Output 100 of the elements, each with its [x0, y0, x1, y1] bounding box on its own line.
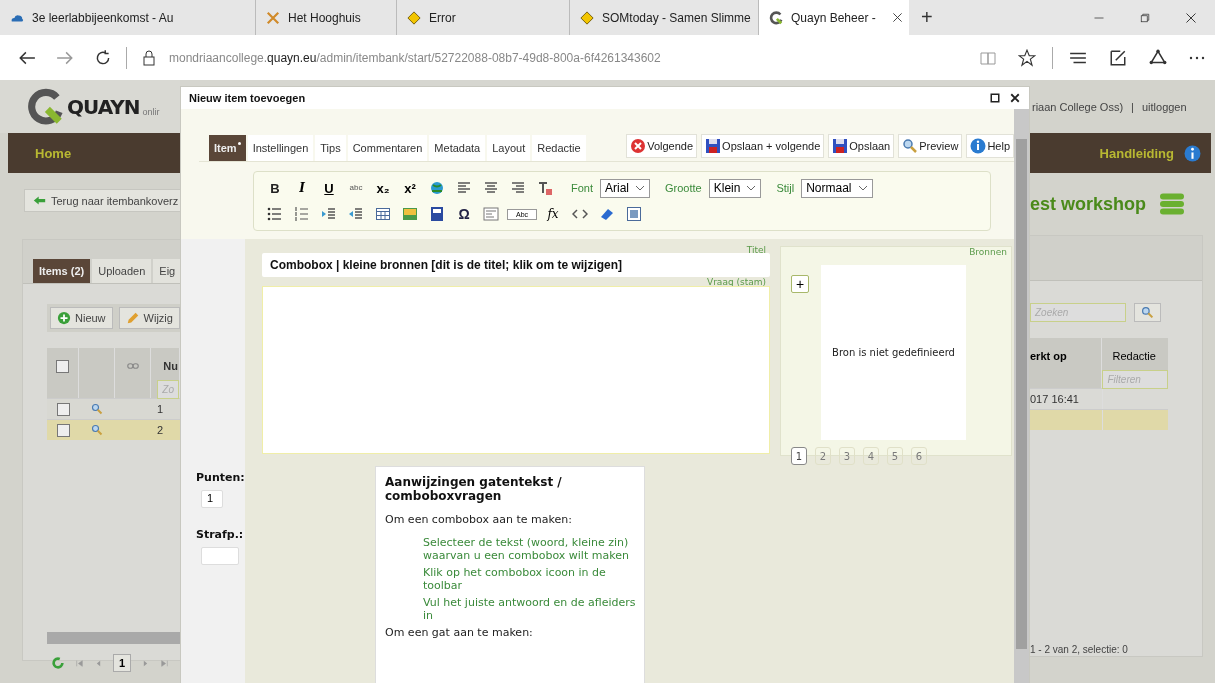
superscript-button[interactable]: x² [399, 181, 421, 195]
magnifier-icon[interactable] [91, 403, 103, 415]
dropdown[interactable]: Klein [708, 178, 762, 198]
row-checkbox[interactable] [56, 402, 70, 416]
logo-text: QUAYN [67, 94, 140, 119]
dropdown[interactable]: Normaal [801, 178, 873, 198]
last-page-icon[interactable] [160, 658, 170, 668]
caret-icon [857, 185, 868, 191]
close-icon[interactable] [1009, 92, 1021, 104]
strikethrough-button[interactable]: abc [345, 184, 367, 192]
table-icon[interactable] [375, 206, 391, 222]
new-tab-button[interactable]: + [909, 6, 945, 29]
back-button[interactable]: Terug naar itembankoverz [24, 189, 180, 212]
source-page-button[interactable]: 3 [839, 447, 855, 465]
note-icon[interactable] [1109, 48, 1127, 67]
dialog-tab[interactable]: Metadata [429, 135, 486, 161]
sources-label: Bronnen [969, 247, 1007, 257]
numbered-list-icon[interactable] [294, 206, 310, 222]
score-label: Punten: [196, 471, 245, 484]
page-tab[interactable]: Eig [153, 259, 180, 283]
source-page-button[interactable]: 5 [887, 447, 903, 465]
action-button[interactable]: Preview [898, 134, 963, 158]
close-icon[interactable] [891, 12, 903, 23]
globe-icon[interactable] [429, 180, 445, 196]
share-icon[interactable] [1149, 48, 1167, 67]
page-tab[interactable]: Items (2) [33, 259, 91, 283]
table-row[interactable]: 2 [47, 419, 180, 440]
vertical-scrollbar[interactable] [1014, 109, 1029, 683]
horizontal-scrollbar[interactable] [47, 632, 180, 644]
bold-button[interactable]: B [264, 181, 286, 195]
image-icon[interactable] [402, 206, 418, 222]
action-button[interactable]: Volgende [626, 134, 698, 158]
source-page-button[interactable]: 4 [863, 447, 879, 465]
maximize-icon[interactable] [989, 92, 1001, 104]
dialog-tab[interactable]: Tips [315, 135, 346, 161]
underline-button[interactable]: U [318, 181, 340, 195]
action-button[interactable]: Help [966, 134, 1014, 158]
page-number-field[interactable]: 1 [113, 654, 132, 672]
toolbar-button[interactable]: Wijzig [118, 307, 180, 329]
score-field[interactable]: 1 [201, 490, 223, 508]
manual-link[interactable]: Handleiding [1099, 145, 1174, 161]
select-label: Font [571, 182, 593, 194]
home-link[interactable]: Home [35, 145, 72, 161]
formula-button[interactable]: fx [542, 208, 564, 220]
bullet-list-icon[interactable] [267, 206, 283, 222]
clear-format-icon[interactable] [537, 180, 553, 196]
outdent-icon[interactable] [348, 206, 364, 222]
refresh-icon[interactable] [94, 48, 112, 67]
dialog-tab[interactable]: Item [209, 135, 246, 161]
reading-view-icon[interactable] [980, 49, 996, 66]
column-header[interactable]: Redactie [1102, 350, 1168, 362]
source-page-button[interactable]: 1 [791, 447, 807, 465]
restore-icon[interactable] [1139, 11, 1151, 24]
indent-icon[interactable] [321, 206, 337, 222]
penalty-field[interactable] [201, 547, 239, 565]
dialog-tab[interactable]: Commentaren [347, 135, 428, 161]
add-source-button[interactable]: + [791, 275, 809, 293]
italic-button[interactable]: I [291, 182, 313, 194]
media-icon[interactable] [429, 206, 445, 222]
dialog-tab[interactable]: Layout [487, 135, 531, 161]
browser-tab[interactable]: 3e leerlabbijeenkomst - Au [0, 0, 256, 35]
column-header[interactable]: Nu [157, 360, 178, 372]
browser-tab[interactable]: Error [397, 0, 570, 35]
row-checkbox[interactable] [56, 423, 70, 437]
title-field[interactable]: Combobox | kleine bronnen [dit is de titel; klik om te wijzigen] [262, 253, 770, 277]
address-field[interactable]: mondriaancollege.quayn.eu/admin/itembank/start/52722088-08b7-49d8-800a-6f4261343602 [169, 50, 960, 65]
source-page-button[interactable]: 2 [815, 447, 831, 465]
first-page-icon[interactable] [75, 658, 84, 668]
special-character-button[interactable]: Ω [453, 207, 475, 221]
action-button[interactable]: Opslaan [828, 134, 895, 158]
separator-text: | [1131, 100, 1134, 113]
magnifier-icon[interactable] [91, 424, 103, 436]
previous-page-icon[interactable] [94, 658, 103, 668]
eraser-icon[interactable] [599, 206, 615, 222]
dialog-tab[interactable]: Instellingen [247, 135, 314, 161]
caret-icon [635, 185, 646, 191]
source-page-button[interactable]: 6 [911, 447, 927, 465]
logout-link[interactable]: uitloggen [1141, 100, 1187, 113]
align-left-icon[interactable] [456, 180, 472, 196]
dialog-tab[interactable]: Redactie [532, 135, 586, 161]
cancel-icon [630, 138, 647, 154]
select-all-checkbox[interactable] [56, 360, 70, 373]
browser-tab[interactable]: Quayn Beheer - [759, 0, 909, 35]
subscript-button[interactable]: x₂ [372, 181, 394, 195]
template-icon[interactable] [483, 206, 499, 222]
toolbar-button[interactable]: Nieuw [50, 307, 113, 329]
align-center-icon[interactable] [483, 180, 499, 196]
account-text: riaan College Oss) [1032, 100, 1124, 113]
dropdown[interactable]: Arial [600, 178, 651, 198]
close-icon[interactable] [1185, 11, 1197, 24]
frame-icon[interactable] [626, 206, 642, 222]
action-button[interactable]: Opslaan + volgende [701, 134, 825, 158]
search-button[interactable] [1134, 303, 1161, 322]
caret-icon [746, 185, 757, 191]
info-icon[interactable] [1184, 144, 1201, 162]
align-right-icon[interactable] [510, 180, 526, 196]
star-icon[interactable] [1018, 48, 1036, 67]
browser-tab[interactable]: Het Hooghuis [256, 0, 397, 35]
page-tab[interactable]: Uploaden [92, 259, 152, 283]
column-header[interactable]: erkt op [1030, 338, 1102, 388]
